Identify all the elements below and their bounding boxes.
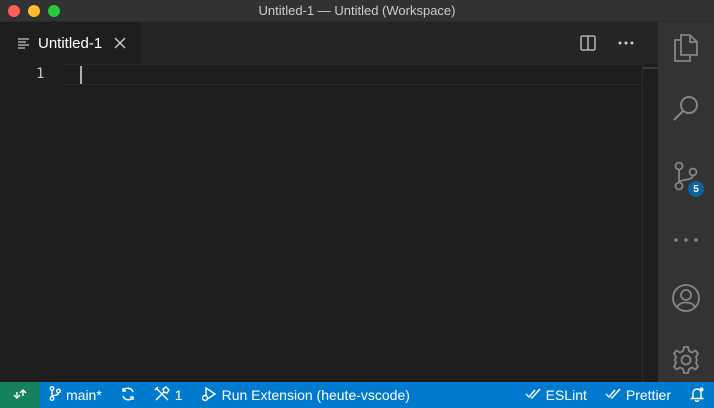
- window-title: Untitled-1 — Untitled (Workspace): [258, 3, 456, 18]
- scrollbar-cursor-marker: [642, 67, 658, 69]
- text-file-icon: [18, 36, 32, 50]
- sync-icon: [120, 386, 136, 405]
- minimize-window-button[interactable]: [28, 5, 40, 17]
- split-editor-icon[interactable]: [578, 33, 598, 53]
- vertical-scrollbar[interactable]: [642, 64, 658, 382]
- gear-icon: [671, 345, 701, 380]
- run-extension-label: Run Extension (heute-vscode): [221, 387, 410, 403]
- status-bar: main* 1 Run Extension (heute-vscode) ESL…: [0, 382, 714, 408]
- git-branch-icon: [49, 386, 61, 404]
- bell-icon: [689, 386, 705, 405]
- activity-accounts[interactable]: [658, 276, 714, 324]
- notifications-button[interactable]: [680, 382, 714, 408]
- tools-icon: [154, 385, 170, 405]
- editor-area[interactable]: 1: [0, 64, 658, 382]
- source-control-badge: 5: [687, 180, 705, 198]
- problems-count: 1: [174, 387, 183, 403]
- check-all-icon: [605, 387, 621, 403]
- debug-run-icon: [201, 386, 217, 405]
- account-icon: [671, 283, 701, 318]
- title-bar: Untitled-1 — Untitled (Workspace): [0, 0, 714, 22]
- tab-label: Untitled-1: [38, 34, 103, 52]
- remote-indicator[interactable]: [0, 382, 40, 408]
- prettier-status[interactable]: Prettier: [596, 382, 680, 408]
- eslint-label: ESLint: [545, 387, 587, 403]
- editor-actions: [578, 22, 658, 64]
- more-icon: [674, 229, 698, 247]
- problems-indicator[interactable]: 1: [145, 382, 192, 408]
- tab-untitled-1[interactable]: Untitled-1: [0, 22, 142, 64]
- status-bar-right: ESLint Prettier: [516, 382, 714, 408]
- branch-name: main*: [66, 387, 102, 403]
- activity-search[interactable]: [658, 86, 714, 134]
- close-icon[interactable]: [112, 35, 128, 51]
- activity-more[interactable]: [658, 214, 714, 262]
- prettier-label: Prettier: [625, 387, 671, 403]
- line-number: 1: [36, 66, 45, 82]
- remote-icon: [13, 387, 27, 404]
- zoom-window-button[interactable]: [48, 5, 60, 17]
- current-line-highlight: [64, 64, 642, 85]
- window-controls: [8, 5, 60, 17]
- branch-indicator[interactable]: main*: [40, 382, 111, 408]
- check-all-icon: [525, 387, 541, 403]
- editor-tab-bar: Untitled-1: [0, 22, 658, 64]
- activity-bar: 5: [658, 22, 714, 382]
- activity-explorer[interactable]: [658, 26, 714, 74]
- activity-source-control[interactable]: 5: [658, 154, 714, 202]
- close-window-button[interactable]: [8, 5, 20, 17]
- run-extension-button[interactable]: Run Extension (heute-vscode): [192, 382, 419, 408]
- text-cursor: [80, 66, 82, 84]
- search-icon: [672, 94, 700, 127]
- sync-button[interactable]: [111, 382, 145, 408]
- activity-manage[interactable]: [658, 338, 714, 386]
- explorer-icon: [673, 33, 699, 67]
- more-actions-icon[interactable]: [616, 33, 636, 53]
- line-number-gutter: 1: [0, 64, 64, 382]
- eslint-status[interactable]: ESLint: [516, 382, 596, 408]
